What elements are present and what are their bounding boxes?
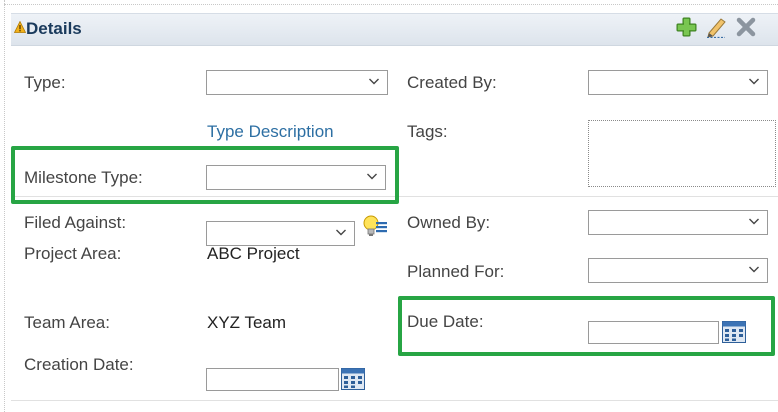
team-area-label: Team Area: [24,313,110,332]
x-icon[interactable] [735,16,757,38]
planned-for-label: Planned For: [407,262,505,281]
tags-label: Tags: [407,122,448,141]
project-area-label: Project Area: [24,244,122,263]
panel-bottom-separator [11,400,778,401]
planned-for-select[interactable] [588,258,768,283]
milestone-type-highlight [11,146,399,204]
chevron-down-icon [336,229,346,236]
project-area-value: ABC Project [207,244,300,263]
creation-date-label: Creation Date: [24,355,134,374]
panel-title: Details [26,19,82,38]
type-description-link[interactable]: Type Description [207,122,334,142]
chevron-down-icon [749,266,759,273]
pencil-icon[interactable] [705,16,727,38]
lightbulb-icon[interactable] [362,214,388,240]
chevron-down-icon [749,218,759,225]
warning-icon [14,21,26,33]
panel-top-border [4,4,778,5]
owned-by-select[interactable] [588,210,768,235]
details-header-bar [11,13,778,46]
due-date-highlight [398,296,775,356]
plus-icon[interactable] [675,16,697,38]
owned-by-label: Owned By: [407,213,491,232]
calendar-icon[interactable] [341,368,365,390]
team-area-value: XYZ Team [207,313,287,332]
type-label: Type: [24,73,66,92]
filed-against-label: Filed Against: [24,213,127,232]
filed-against-select[interactable] [206,221,355,246]
creation-date-input[interactable] [206,368,339,391]
chevron-down-icon [749,78,759,85]
created-by-label: Created By: [407,73,497,92]
panel-left-border [4,0,5,412]
chevron-down-icon [369,78,379,85]
tags-input[interactable] [588,120,776,187]
type-select[interactable] [206,70,388,95]
row-separator [398,196,778,197]
created-by-select[interactable] [588,70,768,95]
